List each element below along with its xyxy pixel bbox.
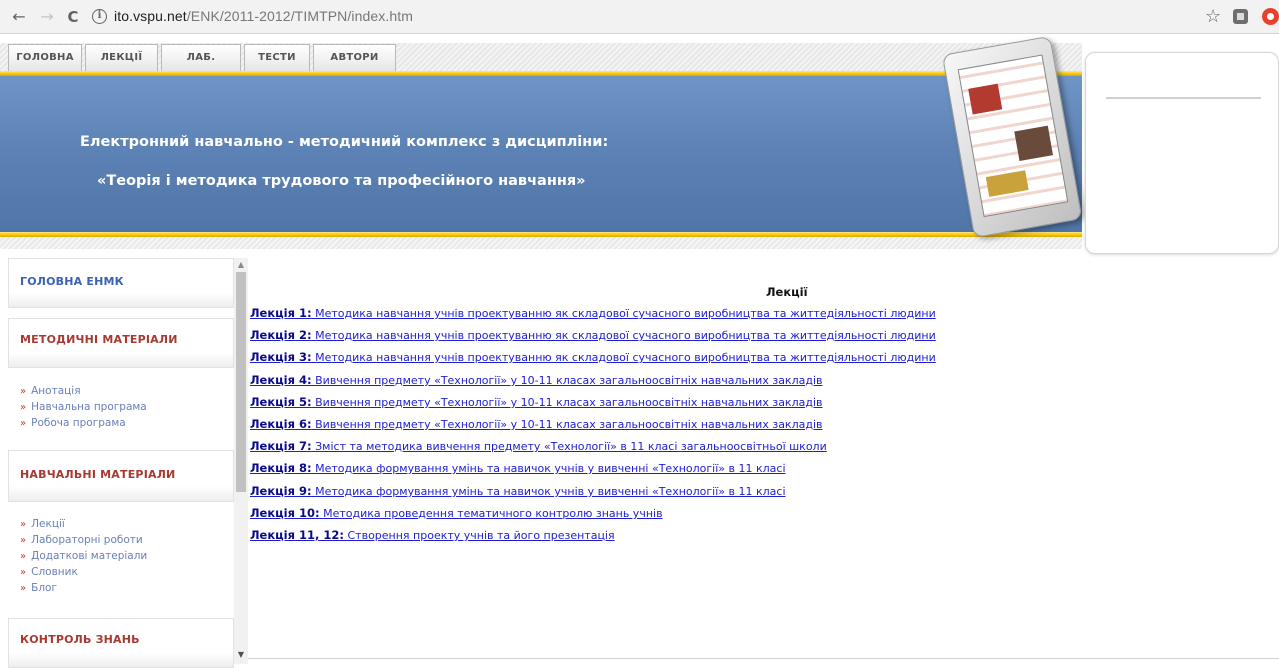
lecture-link-10[interactable]: Лекція 10: Методика проведення тематично… [250,506,663,520]
back-icon[interactable]: ← [8,6,30,28]
lecture-link-7[interactable]: Лекція 7: Зміст та методика вивчення пре… [250,439,827,453]
sidebar-heading-control: КОНТРОЛЬ ЗНАНЬ [20,633,140,646]
opera-extension-icon[interactable] [1262,8,1279,25]
lecture-link-8[interactable]: Лекція 8: Методика формування умінь та н… [250,461,786,475]
lecture-link-1[interactable]: Лекція 1: Методика навчання учнів проект… [250,306,936,320]
sidebar-link-curriculum[interactable]: » Навчальна програма [20,401,147,413]
lecture-link-6[interactable]: Лекція 6: Вивчення предмету «Технології»… [250,417,823,431]
url-host: ito.vspu.net [114,8,187,24]
sidebar-link-work-program[interactable]: » Робоча програма [20,417,126,429]
scroll-down-arrow-icon[interactable]: ▼ [234,650,248,660]
site-info-icon[interactable]: i [92,9,107,24]
stripe-divider [0,237,1082,249]
sidebar-link-additional[interactable]: » Додаткові матеріали [20,550,147,562]
page-title: Лекції [766,285,808,299]
banner [0,76,1082,238]
scroll-up-arrow-icon[interactable]: ▲ [234,260,248,270]
sidebar-link-lectures[interactable]: » Лекції [20,518,65,530]
lecture-link-4[interactable]: Лекція 4: Вивчення предмету «Технології»… [250,373,823,387]
tab-lectures[interactable]: ЛЕКЦІЇ [85,44,158,71]
sidebar-scrollbar[interactable]: ▲ ▼ [234,258,248,664]
main-content: Лекції Лекція 1: Методика навчання учнів… [248,258,1279,658]
browser-toolbar: ← → C i ito.vspu.net/ENK/2011-2012/TIMTP… [0,0,1279,34]
lecture-link-2[interactable]: Лекція 2: Методика навчання учнів проект… [250,328,936,342]
url-path: /ENK/2011-2012/TIMTPN/index.htm [186,8,413,24]
sidebar-link-labs[interactable]: » Лабораторні роботи [20,534,143,546]
tab-authors[interactable]: АВТОРИ [313,44,396,71]
tab-tests[interactable]: ТЕСТИ [244,44,310,71]
bookmark-star-icon[interactable]: ☆ [1205,6,1221,27]
banner-title: Електронний навчально - методичний компл… [80,134,609,150]
lecture-link-11-12[interactable]: Лекція 11, 12: Створення проекту учнів т… [250,528,615,542]
sidebar-link-annotation[interactable]: » Анотація [20,385,81,397]
lecture-link-3[interactable]: Лекція 3: Методика навчання учнів проект… [250,350,936,364]
banner-subtitle: «Теорія і методика трудового та професій… [97,173,586,189]
lecture-link-5[interactable]: Лекція 5: Вивчення предмету «Технології»… [250,395,823,409]
site-header: ГОЛОВНА ЛЕКЦІЇ ЛАБ. РОБОТИ ТЕСТИ АВТОРИ … [0,35,1083,257]
sidebar-link-dictionary[interactable]: » Словник [20,566,78,578]
reload-icon[interactable]: C [62,6,84,28]
scroll-thumb[interactable] [236,272,246,492]
sidebar-link-blog[interactable]: » Блог [20,582,57,594]
sidebar-heading-home[interactable]: ГОЛОВНА ЕНМК [20,275,124,288]
forward-icon[interactable]: → [36,6,58,28]
sidebar: ГОЛОВНА ЕНМК МЕТОДИЧНІ МАТЕРІАЛИ » Анотац… [8,258,234,668]
right-panel [1085,52,1279,254]
tab-labs[interactable]: ЛАБ. РОБОТИ [161,44,241,89]
tab-home[interactable]: ГОЛОВНА [8,44,82,71]
extension-icon[interactable] [1233,9,1248,24]
sidebar-heading-methodical: МЕТОДИЧНІ МАТЕРІАЛИ [20,333,178,346]
address-bar[interactable]: ito.vspu.net/ENK/2011-2012/TIMTPN/index.… [114,8,413,24]
page-bottom-divider [248,658,1279,659]
divider [1106,97,1261,99]
sidebar-heading-educational: НАВЧАЛЬНІ МАТЕРІАЛИ [20,468,176,481]
lecture-link-9[interactable]: Лекція 9: Методика формування умінь та н… [250,484,786,498]
